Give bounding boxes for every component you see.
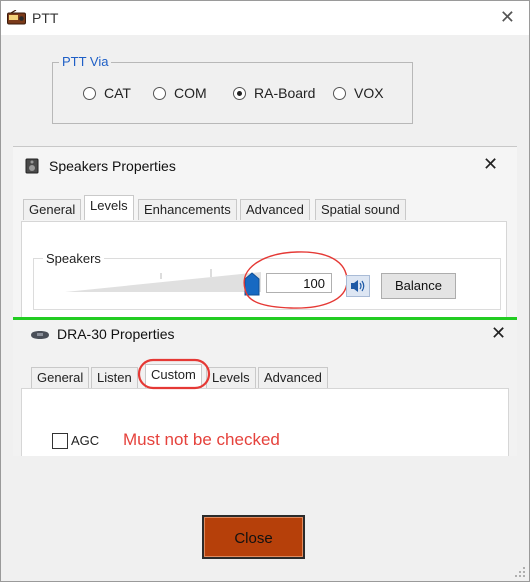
radio-label: CAT bbox=[104, 85, 131, 101]
radio-button-selected[interactable] bbox=[233, 86, 246, 100]
window-title: PTT bbox=[32, 10, 59, 26]
ptt-via-legend: PTT Via bbox=[59, 54, 112, 69]
agc-checkbox bbox=[52, 433, 68, 449]
speakers-group-label: Speakers bbox=[43, 251, 104, 266]
radio-label: RA-Board bbox=[254, 85, 316, 101]
dra30-properties-image: DRA-30 Properties ✕ General Listen Custo… bbox=[13, 320, 517, 456]
tab-spatial-sound: Spatial sound bbox=[315, 199, 406, 220]
dra30-dialog-title: DRA-30 Properties bbox=[57, 326, 175, 342]
radio-label: COM bbox=[174, 85, 207, 101]
radio-ra-board[interactable]: RA-Board bbox=[233, 85, 315, 101]
close-icon: ✕ bbox=[483, 154, 499, 174]
tab-general: General bbox=[31, 367, 90, 388]
speaker-mute-button bbox=[346, 275, 370, 297]
radio-button[interactable] bbox=[333, 86, 346, 100]
close-button[interactable]: Close bbox=[202, 515, 305, 559]
tab-levels: Levels bbox=[84, 195, 134, 220]
close-icon[interactable]: ✕ bbox=[500, 7, 515, 28]
radio-app-icon bbox=[7, 10, 26, 25]
title-bar: PTT ✕ bbox=[1, 1, 529, 35]
agc-label: AGC bbox=[71, 433, 100, 448]
balance-button: Balance bbox=[381, 273, 456, 299]
radio-cat[interactable]: CAT bbox=[83, 85, 131, 101]
speaker-volume-icon bbox=[351, 280, 365, 292]
speaker-device-icon bbox=[25, 158, 39, 174]
speakers-properties-image: Speakers Properties ✕ General Levels Enh… bbox=[13, 146, 517, 320]
radio-button[interactable] bbox=[83, 86, 96, 100]
ptt-window: PTT ✕ PTT Via CAT COM RA-Board VOX Speak… bbox=[0, 0, 530, 582]
tab-advanced: Advanced bbox=[258, 367, 328, 388]
speakers-dialog-title: Speakers Properties bbox=[49, 158, 176, 174]
tab-listen: Listen bbox=[91, 367, 138, 388]
resize-grip-icon[interactable] bbox=[514, 566, 526, 578]
tab-enhancements: Enhancements bbox=[138, 199, 237, 220]
radio-label: VOX bbox=[354, 85, 384, 101]
highlight-circle bbox=[137, 358, 211, 390]
highlight-circle bbox=[243, 251, 348, 309]
radio-button[interactable] bbox=[153, 86, 166, 100]
tab-general: General bbox=[23, 199, 82, 220]
radio-com[interactable]: COM bbox=[153, 85, 207, 101]
annotation-note: Must not be checked bbox=[123, 430, 280, 449]
tab-advanced: Advanced bbox=[240, 199, 310, 220]
sound-card-icon bbox=[31, 331, 49, 339]
close-icon: ✕ bbox=[491, 323, 507, 343]
tab-levels: Levels bbox=[206, 367, 256, 388]
radio-vox[interactable]: VOX bbox=[333, 85, 384, 101]
